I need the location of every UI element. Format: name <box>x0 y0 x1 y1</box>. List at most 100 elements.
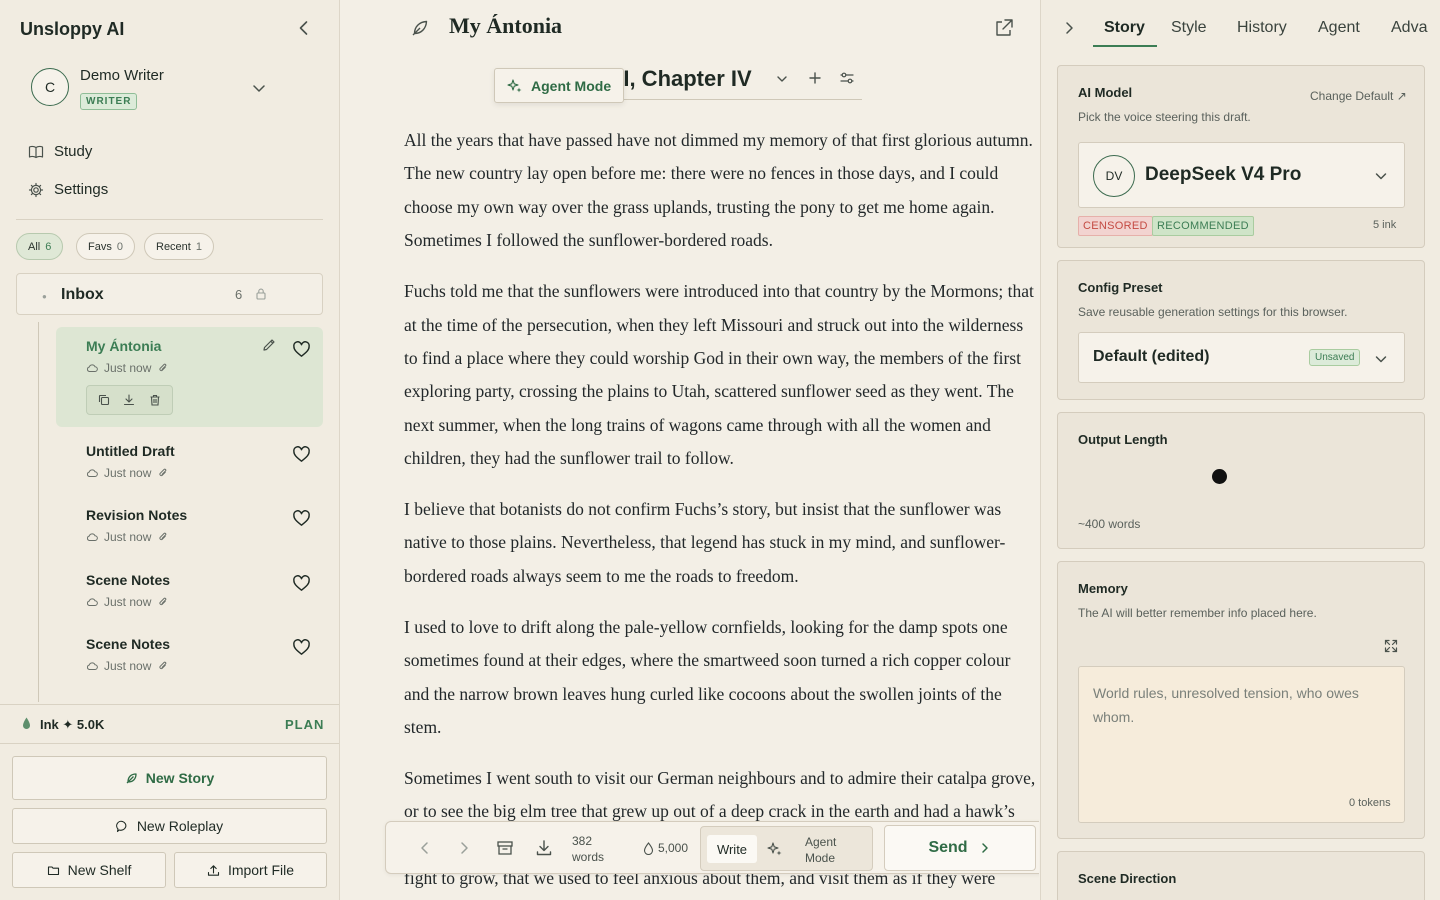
tab-advanced[interactable]: Adva <box>1391 19 1427 37</box>
chevron-right-icon[interactable] <box>1060 19 1078 37</box>
heart-icon[interactable] <box>292 340 311 359</box>
write-mode-button[interactable]: Write <box>707 835 757 863</box>
filter-all[interactable]: All 6 <box>16 233 64 260</box>
nav-settings[interactable]: Settings <box>28 181 108 198</box>
tab-style[interactable]: Style <box>1171 19 1207 37</box>
heart-icon[interactable] <box>292 509 311 528</box>
ink-indicator: 5,000 <box>643 841 688 855</box>
chevron-down-icon <box>1373 351 1389 367</box>
sidebar-divider <box>16 219 323 220</box>
trash-icon[interactable] <box>148 393 162 407</box>
manuscript-paragraph[interactable]: Fuchs told me that the sunflowers were i… <box>404 275 1039 475</box>
expand-icon[interactable] <box>1383 638 1399 654</box>
nav-settings-label: Settings <box>54 181 109 198</box>
send-button[interactable]: Send <box>884 825 1036 871</box>
manuscript-body[interactable]: All the years that have passed have not … <box>404 124 1039 900</box>
model-select[interactable]: DV DeepSeek V4 Pro <box>1078 142 1405 208</box>
plan-link[interactable]: PLAN <box>285 717 324 732</box>
document-title[interactable]: My Ántonia <box>449 13 562 39</box>
sliders-icon[interactable] <box>839 70 855 86</box>
share-icon[interactable] <box>993 17 1015 39</box>
manuscript-paragraph[interactable]: All the years that have passed have not … <box>404 124 1039 258</box>
nav-study[interactable]: Study <box>28 143 92 160</box>
memory-token-count: 0 tokens <box>1349 797 1391 809</box>
ai-model-card: AI Model Change Default ↗ Pick the voice… <box>1057 65 1425 248</box>
add-chapter-icon[interactable] <box>807 70 823 86</box>
gear-icon <box>28 182 44 198</box>
filter-recent-count: 1 <box>195 240 202 253</box>
story-item[interactable]: Scene Notes Just now <box>56 561 323 617</box>
collapse-sidebar-icon[interactable] <box>294 18 314 38</box>
tab-agent[interactable]: Agent <box>1318 19 1360 37</box>
story-meta: Just now <box>86 361 169 375</box>
ink-drop-icon <box>643 841 654 855</box>
output-length-slider[interactable] <box>1078 476 1405 477</box>
nav-study-label: Study <box>54 143 93 160</box>
story-time: Just now <box>104 530 152 544</box>
heart-icon[interactable] <box>292 638 311 657</box>
recommended-badge: RECOMMENDED <box>1152 216 1254 236</box>
output-length-value: ~400 words <box>1078 517 1141 531</box>
change-default-link[interactable]: Change Default ↗ <box>1310 89 1407 103</box>
shelf-inbox[interactable]: ● Inbox 6 <box>16 273 323 315</box>
chevron-down-icon <box>1373 168 1389 184</box>
download-icon[interactable] <box>535 839 553 857</box>
user-avatar[interactable]: C <box>31 68 69 106</box>
cloud-icon <box>86 660 98 672</box>
memory-field: 0 tokens <box>1078 666 1405 823</box>
tab-story[interactable]: Story <box>1104 19 1145 37</box>
story-time: Just now <box>104 466 152 480</box>
story-item[interactable]: My Ántonia Just now <box>56 327 323 427</box>
upload-icon <box>207 864 220 877</box>
app-brand: Unsloppy AI <box>20 19 125 39</box>
manuscript-paragraph[interactable]: I used to love to drift along the pale-y… <box>404 611 1039 745</box>
story-title: Untitled Draft <box>86 443 175 459</box>
cloud-icon <box>86 596 98 608</box>
agent-mode-button[interactable]: Agent Mode <box>805 834 836 866</box>
chevron-right-icon[interactable] <box>455 839 473 857</box>
slider-thumb[interactable] <box>1211 469 1227 484</box>
agent-mode-popover[interactable]: Agent Mode <box>494 68 624 103</box>
agent-mode-label: Agent Mode <box>531 77 612 94</box>
archive-icon[interactable] <box>496 839 514 857</box>
new-story-button[interactable]: New Story <box>12 756 327 800</box>
heart-icon[interactable] <box>292 574 311 593</box>
paperclip-icon <box>157 531 169 543</box>
tab-history[interactable]: History <box>1237 19 1287 37</box>
preset-select[interactable]: Default (edited) Unsaved <box>1078 332 1405 383</box>
copy-icon[interactable] <box>97 393 111 407</box>
chevron-left-icon[interactable] <box>416 839 434 857</box>
download-icon[interactable] <box>122 393 136 407</box>
memory-title: Memory <box>1078 581 1128 596</box>
new-shelf-button[interactable]: New Shelf <box>12 852 166 888</box>
scene-direction-title: Scene Direction <box>1078 871 1177 886</box>
story-item[interactable]: Scene Notes Just now <box>56 625 323 681</box>
chapter-title[interactable]: k I, Chapter IV <box>605 66 752 92</box>
story-item[interactable]: Revision Notes Just now <box>56 496 323 552</box>
config-preset-subtitle: Save reusable generation settings for th… <box>1078 305 1348 319</box>
word-count-unit: words <box>572 850 605 864</box>
filter-favs[interactable]: Favs 0 <box>76 233 135 260</box>
cloud-icon <box>86 531 98 543</box>
heart-icon[interactable] <box>292 445 311 464</box>
new-roleplay-button[interactable]: New Roleplay <box>12 808 327 844</box>
ink-cost: 5 ink <box>1373 219 1397 231</box>
user-menu-chevron-icon[interactable] <box>250 79 268 97</box>
config-preset-card: Config Preset Save reusable generation s… <box>1057 260 1425 400</box>
pencil-icon[interactable] <box>261 337 277 353</box>
feather-icon <box>125 772 138 785</box>
paperclip-icon <box>157 660 169 672</box>
lock-icon[interactable] <box>254 287 268 301</box>
filter-recent[interactable]: Recent 1 <box>144 233 214 260</box>
import-file-button[interactable]: Import File <box>174 852 327 888</box>
output-length-card: Output Length ~400 words <box>1057 412 1425 549</box>
preset-name: Default (edited) <box>1093 348 1210 365</box>
shelf-toggle-icon[interactable]: ● <box>42 292 47 301</box>
filter-all-count: 6 <box>45 240 52 253</box>
story-item[interactable]: Untitled Draft Just now <box>56 432 323 488</box>
word-count-value: 382 <box>572 834 593 848</box>
unsaved-badge: Unsaved <box>1309 349 1361 366</box>
sparkles-icon[interactable] <box>767 841 783 857</box>
manuscript-paragraph[interactable]: I believe that botanists do not confirm … <box>404 493 1039 593</box>
chevron-down-icon[interactable] <box>775 72 789 86</box>
